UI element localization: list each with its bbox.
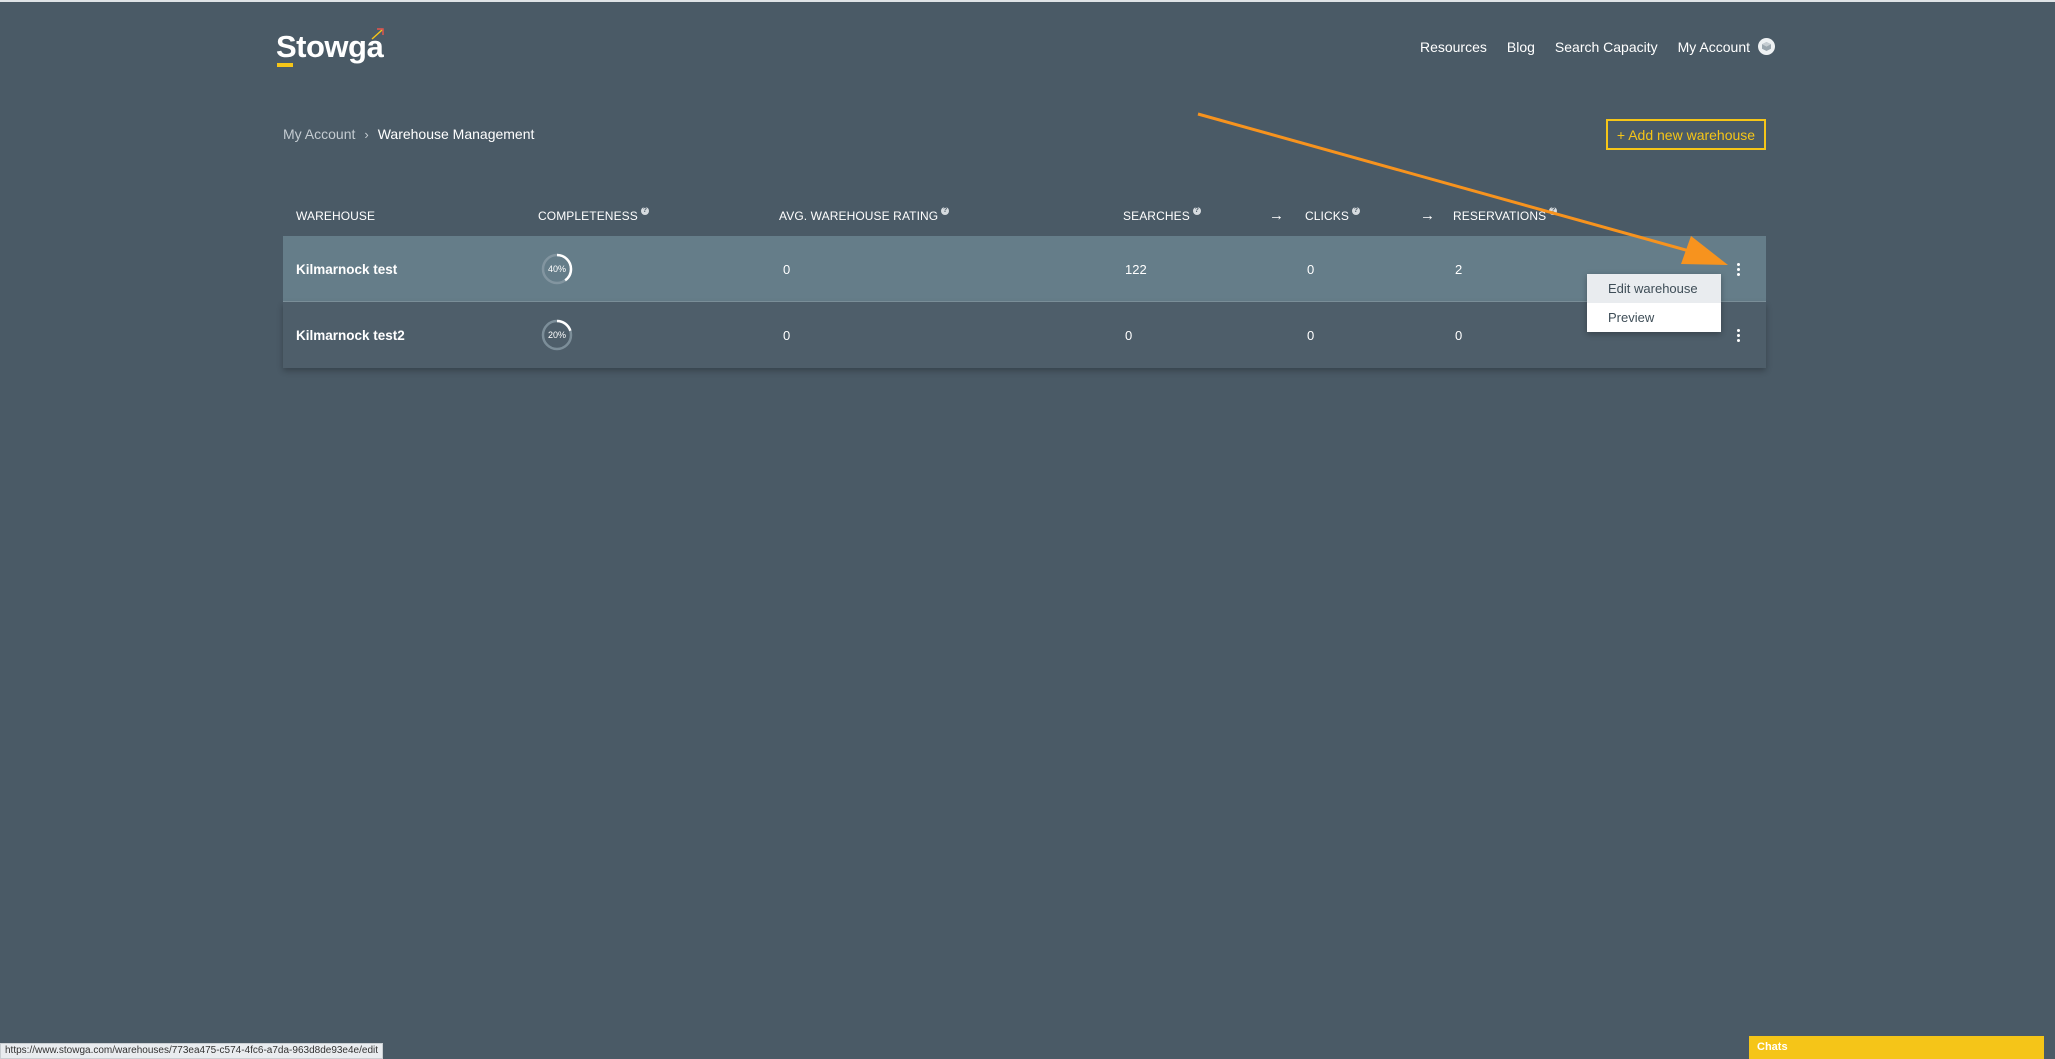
searches-value: 0 <box>1125 327 1133 343</box>
reservations-value: 2 <box>1455 261 1463 277</box>
warehouse-name[interactable]: Kilmarnock test <box>296 236 397 302</box>
table-row[interactable]: Kilmarnock test 40% 0 122 0 2 <box>283 236 1766 302</box>
chats-widget[interactable]: Chats <box>1749 1036 2044 1059</box>
annotation-arrow <box>1197 112 1728 265</box>
status-bar-url: https://www.stowga.com/warehouses/773ea4… <box>0 1043 384 1059</box>
column-header-clicks-label: CLICKS <box>1305 209 1349 223</box>
nav-search-capacity-link[interactable]: Search Capacity <box>1555 39 1658 55</box>
edit-warehouse-menu-item[interactable]: Edit warehouse <box>1587 274 1721 303</box>
help-icon[interactable]: ? <box>941 207 950 215</box>
clicks-value: 0 <box>1307 261 1315 277</box>
arrow-right-icon: → <box>1269 207 1285 224</box>
warehouse-table: WAREHOUSE COMPLETENESS ? AVG. WAREHOUSE … <box>283 194 1766 368</box>
column-header-warehouse-label: WAREHOUSE <box>296 209 376 223</box>
completeness-percent: 20% <box>547 330 566 340</box>
column-header-searches: SEARCHES ? <box>1123 207 1201 223</box>
breadcrumb-current-page: Warehouse Management <box>377 126 535 142</box>
help-icon[interactable]: ? <box>1192 207 1201 215</box>
breadcrumb-my-account-link[interactable]: My Account <box>283 126 355 142</box>
column-header-rating: AVG. WAREHOUSE RATING ? <box>779 207 950 223</box>
window-top-border <box>0 0 2055 2</box>
nav-blog-link[interactable]: Blog <box>1507 39 1535 55</box>
rating-value: 0 <box>783 327 791 343</box>
row-actions-cell <box>1731 302 1745 368</box>
nav-resources-link[interactable]: Resources <box>1420 39 1487 55</box>
more-options-icon[interactable] <box>1731 259 1745 279</box>
column-header-clicks: CLICKS ? <box>1305 207 1360 223</box>
completeness-cell: 40% <box>540 236 574 302</box>
my-account-label: My Account <box>1677 38 1750 55</box>
completeness-progress-ring: 40% <box>540 252 574 286</box>
breadcrumb: My Account › Warehouse Management <box>283 126 534 142</box>
column-header-reservations-label: RESERVATIONS <box>1453 209 1547 223</box>
help-icon[interactable]: ? <box>640 207 649 215</box>
logo-text: Stowga <box>276 29 384 64</box>
row-actions-menu: Edit warehouse Preview <box>1587 274 1721 332</box>
stowga-logo[interactable]: Stowga <box>276 28 384 70</box>
help-icon[interactable]: ? <box>1351 207 1360 215</box>
cube-icon <box>1758 38 1775 55</box>
completeness-percent: 40% <box>547 264 566 274</box>
searches-value: 122 <box>1125 261 1147 277</box>
column-header-completeness-label: COMPLETENESS <box>538 209 638 223</box>
logo-arrow-mark-icon <box>371 28 384 40</box>
column-header-searches-label: SEARCHES <box>1123 209 1190 223</box>
table-row[interactable]: Kilmarnock test2 20% 0 0 0 0 <box>283 302 1766 368</box>
warehouse-name[interactable]: Kilmarnock test2 <box>296 302 405 368</box>
row-actions-cell <box>1731 236 1745 302</box>
completeness-cell: 20% <box>540 302 574 368</box>
table-header: WAREHOUSE COMPLETENESS ? AVG. WAREHOUSE … <box>283 194 1766 236</box>
column-header-reservations: RESERVATIONS ? <box>1453 207 1558 223</box>
column-header-warehouse: WAREHOUSE <box>296 209 375 223</box>
nav-my-account-link[interactable]: My Account <box>1678 38 1775 55</box>
column-header-rating-label: AVG. WAREHOUSE RATING <box>779 209 939 223</box>
column-header-completeness: COMPLETENESS ? <box>538 207 649 223</box>
logo-underline <box>277 63 293 67</box>
more-options-icon[interactable] <box>1731 325 1745 345</box>
reservations-value: 0 <box>1455 327 1463 343</box>
rating-value: 0 <box>783 261 791 277</box>
completeness-progress-ring: 20% <box>540 318 574 352</box>
top-navigation: Resources Blog Search Capacity My Accoun… <box>1420 38 1775 55</box>
clicks-value: 0 <box>1307 327 1315 343</box>
preview-menu-item[interactable]: Preview <box>1587 303 1721 332</box>
chevron-right-icon: › <box>364 126 369 142</box>
arrow-right-icon: → <box>1420 207 1436 224</box>
add-new-warehouse-button[interactable]: + Add new warehouse <box>1606 119 1766 150</box>
help-icon[interactable]: ? <box>1549 207 1558 215</box>
